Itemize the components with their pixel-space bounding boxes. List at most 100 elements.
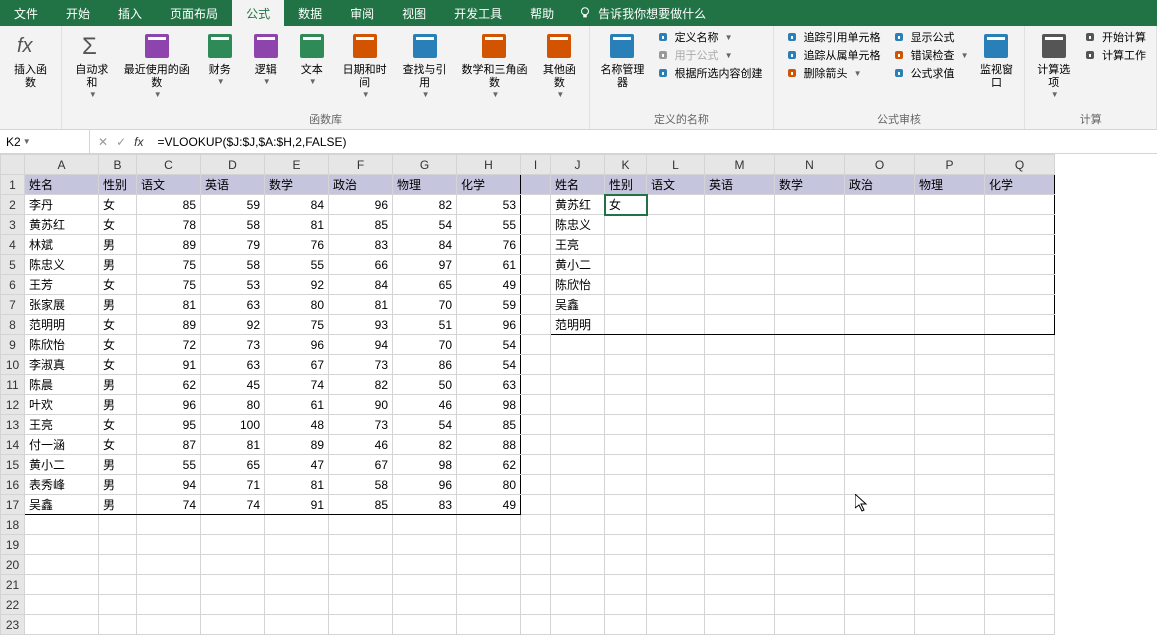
col-header-C[interactable]: C [137,155,201,175]
cell-B8[interactable]: 女 [99,315,137,335]
cell-Q16[interactable] [985,475,1055,495]
cell-H11[interactable]: 63 [457,375,521,395]
row-header-1[interactable]: 1 [1,175,25,195]
ribbon-计算选项-button[interactable]: 计算选项▼ [1031,28,1076,102]
cell-A9[interactable]: 陈欣怡 [25,335,99,355]
cell-A11[interactable]: 陈晨 [25,375,99,395]
cell-A23[interactable] [25,615,99,635]
cell-H21[interactable] [457,575,521,595]
cell-I16[interactable] [521,475,551,495]
cell-N12[interactable] [775,395,845,415]
cell-E13[interactable]: 48 [265,415,329,435]
cell-O18[interactable] [845,515,915,535]
cell-J5[interactable]: 黄小二 [551,255,605,275]
cell-Q11[interactable] [985,375,1055,395]
cell-I21[interactable] [521,575,551,595]
col-header-P[interactable]: P [915,155,985,175]
cell-D22[interactable] [201,595,265,615]
cell-D2[interactable]: 59 [201,195,265,215]
enter-formula-icon[interactable]: ✓ [116,135,126,149]
cell-L20[interactable] [647,555,705,575]
cell-F16[interactable]: 58 [329,475,393,495]
cell-J4[interactable]: 王亮 [551,235,605,255]
cell-I8[interactable] [521,315,551,335]
cell-E6[interactable]: 92 [265,275,329,295]
cell-A13[interactable]: 王亮 [25,415,99,435]
cell-E17[interactable]: 91 [265,495,329,515]
cell-L3[interactable] [647,215,705,235]
ribbon-tab-数据[interactable]: 数据 [284,0,336,26]
cell-K19[interactable] [605,535,647,555]
cell-A8[interactable]: 范明明 [25,315,99,335]
cell-C9[interactable]: 72 [137,335,201,355]
cell-B17[interactable]: 男 [99,495,137,515]
cell-J1[interactable]: 姓名 [551,175,605,195]
cell-E20[interactable] [265,555,329,575]
row-header-21[interactable]: 21 [1,575,25,595]
cell-Q8[interactable] [985,315,1055,335]
cell-D18[interactable] [201,515,265,535]
cell-I23[interactable] [521,615,551,635]
cell-B7[interactable]: 男 [99,295,137,315]
cell-I2[interactable] [521,195,551,215]
cell-G16[interactable]: 96 [393,475,457,495]
cell-F4[interactable]: 83 [329,235,393,255]
cell-N16[interactable] [775,475,845,495]
cell-C16[interactable]: 94 [137,475,201,495]
row-header-5[interactable]: 5 [1,255,25,275]
cell-P13[interactable] [915,415,985,435]
cell-G8[interactable]: 51 [393,315,457,335]
cell-N18[interactable] [775,515,845,535]
cell-A2[interactable]: 李丹 [25,195,99,215]
cell-N13[interactable] [775,415,845,435]
cell-A14[interactable]: 付一涵 [25,435,99,455]
cell-Q4[interactable] [985,235,1055,255]
cell-N2[interactable] [775,195,845,215]
cell-P10[interactable] [915,355,985,375]
cell-N5[interactable] [775,255,845,275]
cell-C20[interactable] [137,555,201,575]
cell-A7[interactable]: 张家展 [25,295,99,315]
cell-D5[interactable]: 58 [201,255,265,275]
cell-J13[interactable] [551,415,605,435]
cell-D7[interactable]: 63 [201,295,265,315]
cell-J16[interactable] [551,475,605,495]
cell-N20[interactable] [775,555,845,575]
ribbon-tab-开始[interactable]: 开始 [52,0,104,26]
cell-E11[interactable]: 74 [265,375,329,395]
cell-L21[interactable] [647,575,705,595]
cell-M14[interactable] [705,435,775,455]
cell-I5[interactable] [521,255,551,275]
cell-Q12[interactable] [985,395,1055,415]
cell-Q21[interactable] [985,575,1055,595]
cell-I17[interactable] [521,495,551,515]
ribbon-数学和三角函数-button[interactable]: 数学和三角函数▼ [456,28,534,102]
col-header-G[interactable]: G [393,155,457,175]
cell-B12[interactable]: 男 [99,395,137,415]
cell-K22[interactable] [605,595,647,615]
cell-L1[interactable]: 语文 [647,175,705,195]
cell-F9[interactable]: 94 [329,335,393,355]
cell-B16[interactable]: 男 [99,475,137,495]
cell-O4[interactable] [845,235,915,255]
cell-K4[interactable] [605,235,647,255]
cell-D10[interactable]: 63 [201,355,265,375]
cell-C15[interactable]: 55 [137,455,201,475]
cell-N4[interactable] [775,235,845,255]
cell-P21[interactable] [915,575,985,595]
cell-O10[interactable] [845,355,915,375]
cell-K15[interactable] [605,455,647,475]
cell-Q14[interactable] [985,435,1055,455]
cancel-formula-icon[interactable]: ✕ [98,135,108,149]
cell-M19[interactable] [705,535,775,555]
cell-G6[interactable]: 65 [393,275,457,295]
cell-E4[interactable]: 76 [265,235,329,255]
cell-G22[interactable] [393,595,457,615]
cell-I7[interactable] [521,295,551,315]
cell-F18[interactable] [329,515,393,535]
ribbon-日期和时间-button[interactable]: 日期和时间▼ [336,28,394,102]
cell-P6[interactable] [915,275,985,295]
row-header-13[interactable]: 13 [1,415,25,435]
cell-C8[interactable]: 89 [137,315,201,335]
cell-M3[interactable] [705,215,775,235]
